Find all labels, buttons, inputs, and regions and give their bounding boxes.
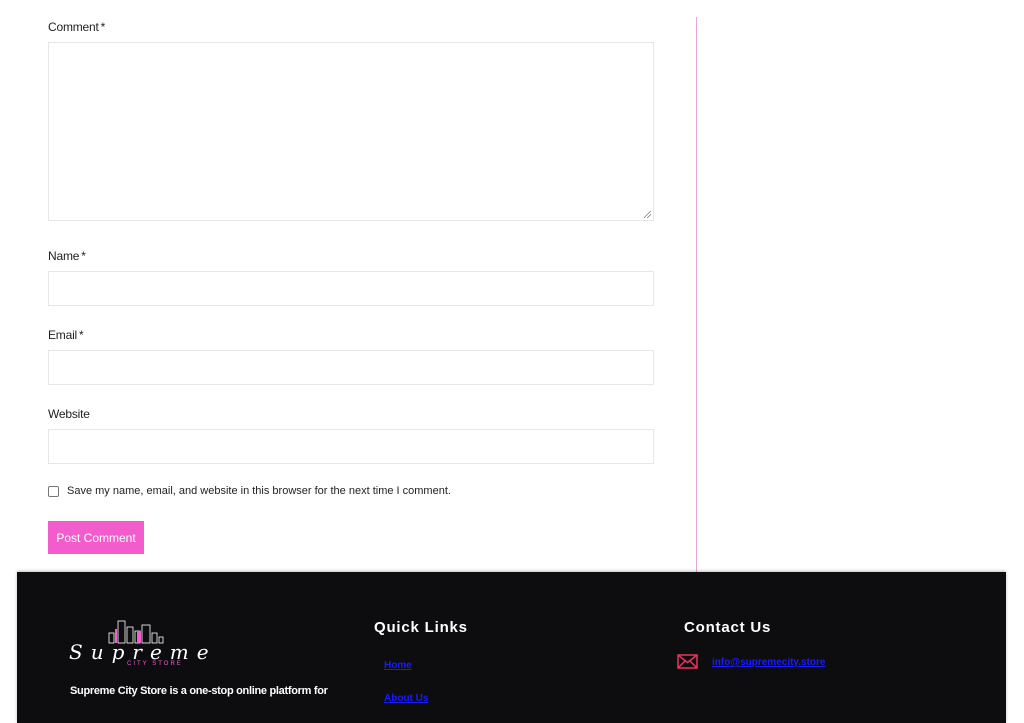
- mail-icon: [677, 654, 698, 669]
- website-label: Website: [48, 407, 90, 421]
- comment-textarea[interactable]: [48, 42, 654, 221]
- resize-handle-icon[interactable]: [644, 211, 651, 218]
- required-mark: *: [100, 20, 106, 34]
- name-field[interactable]: [48, 271, 654, 306]
- save-info-label: Save my name, email, and website in this…: [67, 485, 451, 497]
- contact-email-link[interactable]: info@supremecity.store: [712, 657, 825, 668]
- post-comment-button[interactable]: Post Comment: [48, 521, 144, 554]
- sidebar-divider: [696, 17, 697, 573]
- required-mark: *: [81, 249, 86, 263]
- email-label: Email *: [48, 328, 84, 342]
- email-field[interactable]: [48, 350, 654, 385]
- website-field[interactable]: [48, 429, 654, 464]
- required-mark: *: [79, 328, 84, 342]
- name-label: Name *: [48, 249, 86, 263]
- site-footer: Supreme CITY STORE Supreme City Store is…: [17, 572, 1006, 723]
- footer-about-text: Supreme City Store is a one-stop online …: [70, 685, 328, 697]
- footer-link-about-us[interactable]: About Us: [384, 693, 428, 704]
- quick-links-heading: Quick Links: [374, 619, 468, 636]
- save-info-checkbox[interactable]: [48, 485, 59, 497]
- comment-label: Comment *: [48, 20, 106, 34]
- contact-us-heading: Contact Us: [684, 619, 772, 636]
- save-info-consent: Save my name, email, and website in this…: [48, 485, 451, 497]
- footer-link-home[interactable]: Home: [384, 660, 412, 671]
- logo-subtitle: CITY STORE: [127, 661, 183, 667]
- supreme-city-store-logo[interactable]: Supreme CITY STORE: [69, 619, 214, 673]
